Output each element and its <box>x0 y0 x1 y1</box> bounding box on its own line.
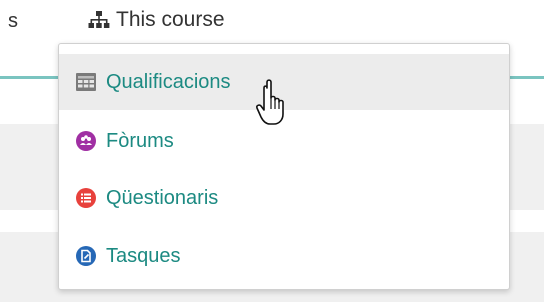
nav-item-fragment[interactable]: s <box>8 10 18 33</box>
this-course-label: This course <box>116 8 225 31</box>
nav-underline <box>0 76 60 79</box>
hand-pointer-cursor-icon <box>254 78 294 132</box>
assignment-icon <box>76 246 96 266</box>
quiz-icon <box>76 188 96 208</box>
menu-item-quizzes[interactable]: Qüestionaris <box>59 170 509 226</box>
menu-item-label: Fòrums <box>106 129 174 152</box>
this-course-menu[interactable]: This course <box>88 8 225 32</box>
menu-item-label: Tasques <box>106 244 181 267</box>
menu-item-label: Qüestionaris <box>106 186 219 209</box>
navbar: s This course <box>0 0 544 44</box>
nav-underline <box>510 76 544 79</box>
menu-item-assignments[interactable]: Tasques <box>59 228 509 284</box>
grades-table-icon <box>76 72 96 92</box>
menu-item-label: Qualificacions <box>106 70 231 93</box>
sitemap-icon <box>88 10 110 30</box>
forum-icon <box>76 131 96 151</box>
